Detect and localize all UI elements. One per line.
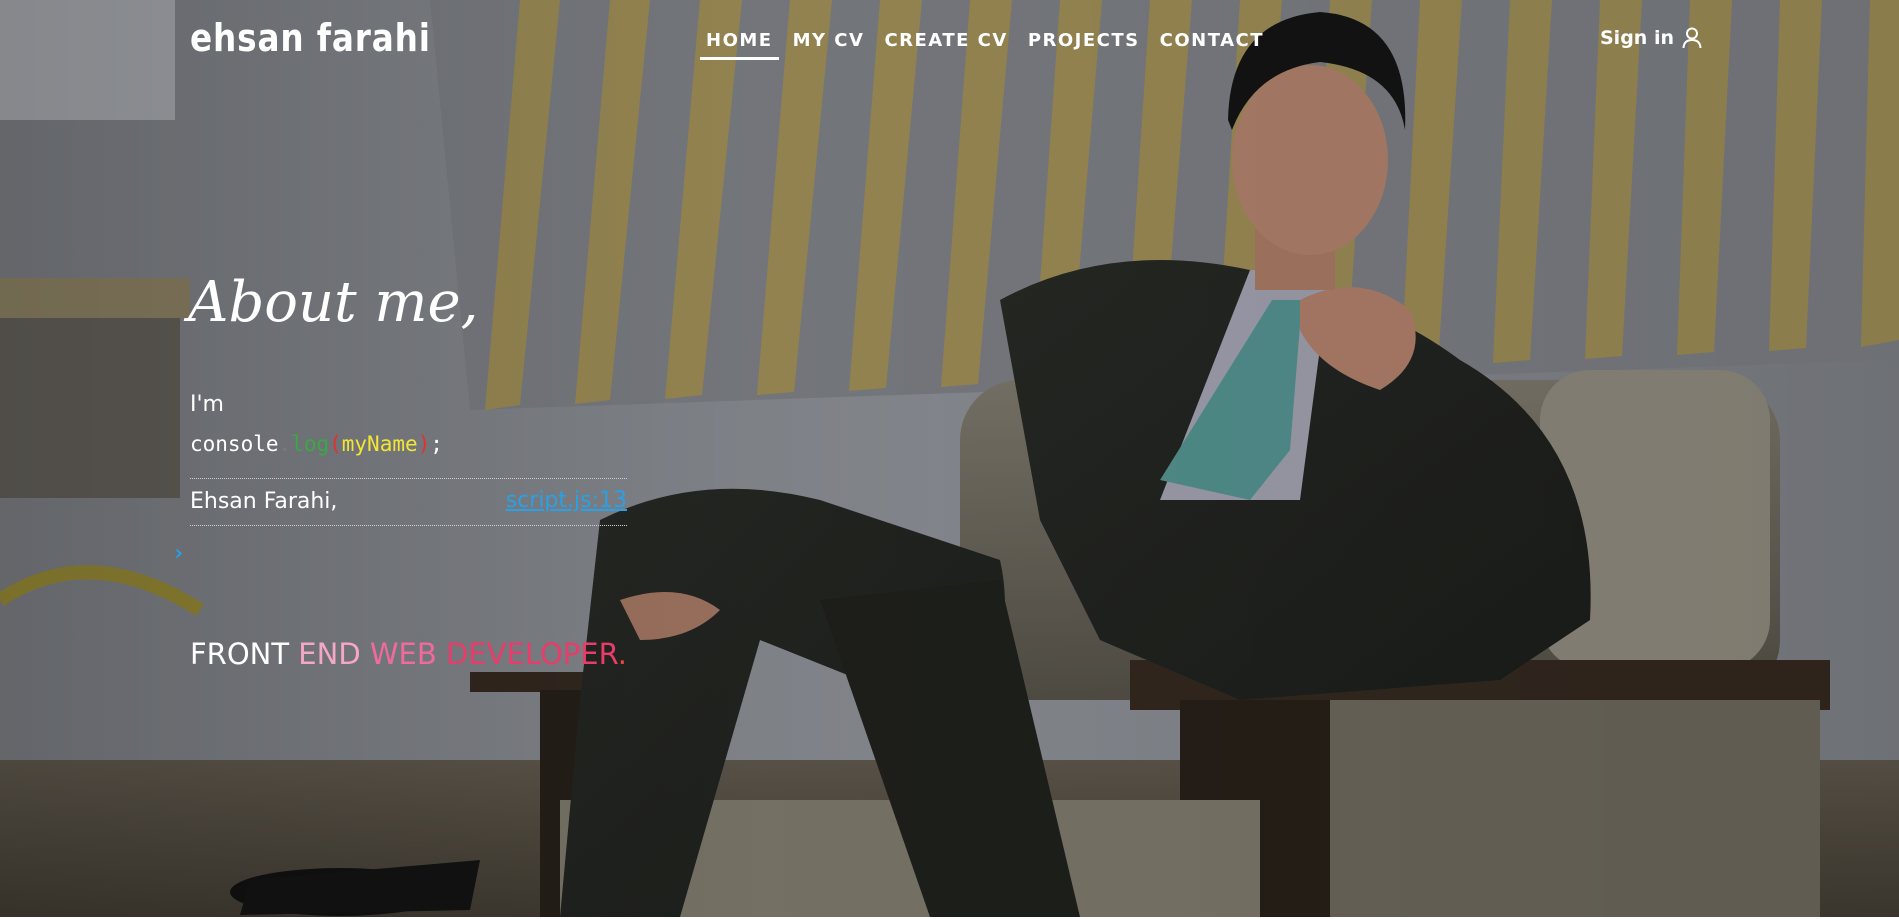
role-dot: .: [617, 637, 627, 671]
code-close-paren: ): [417, 432, 431, 456]
sign-in-label: Sign in: [1600, 27, 1674, 49]
role-headline: FRONT END WEB DEVELOPER.: [190, 637, 627, 671]
intro-text: I'm: [190, 392, 224, 417]
role-word-front: FRONT: [190, 637, 299, 671]
code-dot: .: [278, 432, 292, 456]
console-output: Ehsan Farahi, script.js:13: [190, 478, 627, 526]
role-word-web: WEB: [369, 637, 446, 671]
sign-in-button[interactable]: Sign in: [1600, 27, 1702, 49]
role-word-end: END: [298, 637, 370, 671]
user-icon: [1682, 27, 1702, 49]
code-open-paren: (: [329, 432, 342, 456]
console-prompt-icon: ›: [172, 541, 186, 566]
code-semicolon: ;: [430, 432, 443, 456]
console-source-link[interactable]: script.js:13: [506, 488, 627, 513]
hero-section: ehsan farahi HOME MY CV CREATE CV PROJEC…: [0, 0, 1899, 919]
nav-item-projects[interactable]: PROJECTS: [1022, 28, 1146, 60]
code-snippet: console.log(myName);: [190, 432, 443, 456]
nav-item-contact[interactable]: CONTACT: [1154, 28, 1270, 60]
nav-item-create-cv[interactable]: CREATE CV: [878, 28, 1013, 60]
code-object: console: [190, 432, 279, 456]
code-argument: myName: [341, 432, 418, 456]
main-nav: HOME MY CV CREATE CV PROJECTS CONTACT: [700, 28, 1278, 60]
nav-item-home[interactable]: HOME: [700, 28, 779, 60]
code-method: log: [291, 432, 330, 456]
about-title: About me,: [188, 270, 479, 335]
background-overlay: [0, 0, 1899, 917]
nav-item-my-cv[interactable]: MY CV: [787, 28, 871, 60]
site-brand-logo[interactable]: ehsan farahi: [190, 16, 431, 60]
role-word-developer: DEVELOPER: [446, 637, 618, 671]
console-output-value: Ehsan Farahi,: [190, 489, 338, 514]
